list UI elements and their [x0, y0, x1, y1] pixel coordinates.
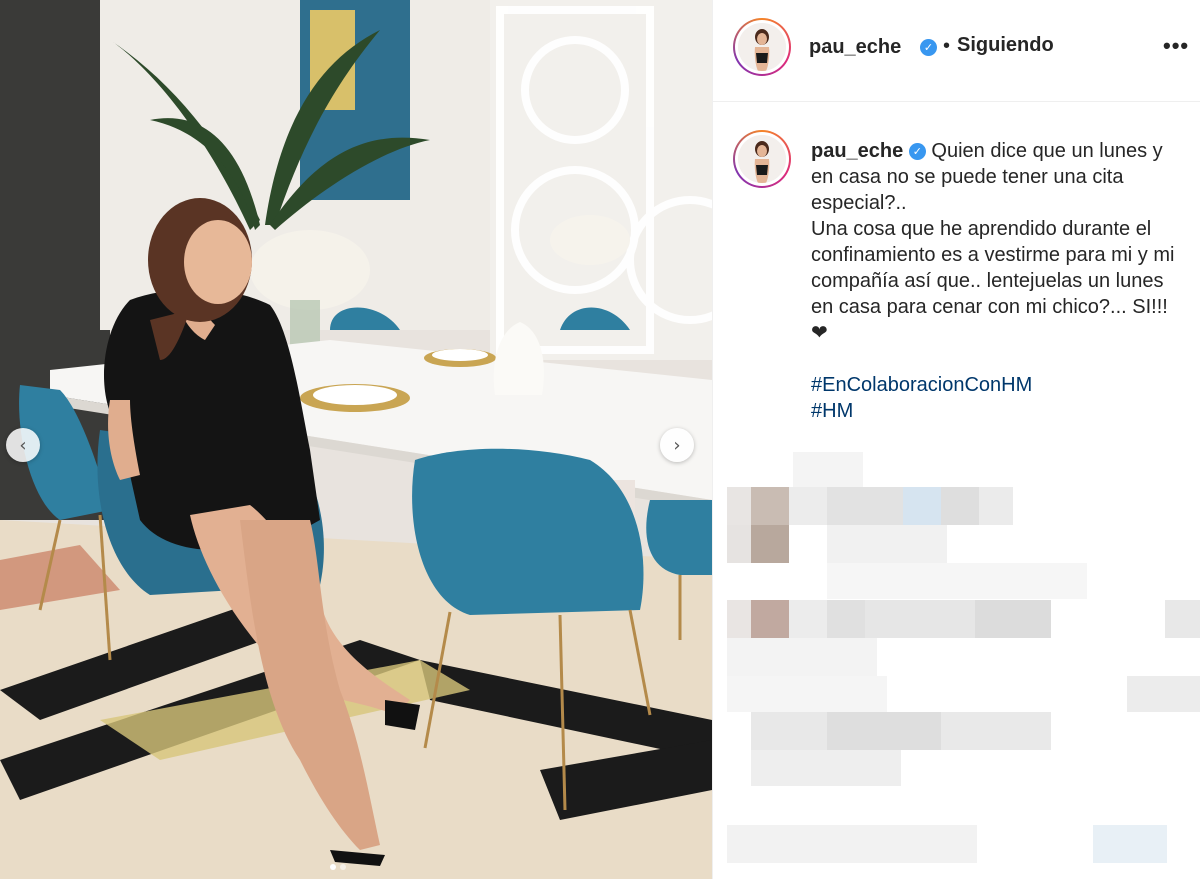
- caption-text: pau_eche ✓ Quien dice que un lunes y en …: [811, 138, 1189, 424]
- carousel-indicator: [330, 864, 346, 870]
- caption-line-second: Una cosa que he aprendido durante el con…: [811, 218, 1175, 344]
- carousel-dot: [340, 864, 346, 870]
- avatar[interactable]: [733, 18, 791, 76]
- chevron-left-icon: ‹: [19, 434, 27, 456]
- chevron-right-icon: ›: [673, 434, 681, 456]
- post-username[interactable]: pau_eche: [809, 36, 901, 59]
- more-options-button[interactable]: •••: [1163, 35, 1189, 57]
- caption-username[interactable]: pau_eche: [811, 140, 903, 162]
- hashtag-list: #EnColaboracionConHM #HM: [811, 372, 1189, 424]
- post-photo[interactable]: ‹ ›: [0, 0, 712, 879]
- carousel-prev-button[interactable]: ‹: [6, 428, 40, 462]
- separator-dot: •: [943, 35, 951, 57]
- verified-badge-icon: ✓: [908, 143, 926, 161]
- photo-scene: [0, 0, 712, 879]
- following-button[interactable]: Siguiendo: [957, 34, 1054, 57]
- carousel-next-button[interactable]: ›: [660, 428, 694, 462]
- verified-badge-icon: ✓: [920, 39, 937, 56]
- hashtag-link[interactable]: #EnColaboracionConHM: [811, 372, 1189, 398]
- post-header: pau_eche ✓ • Siguiendo •••: [713, 0, 1200, 102]
- hashtag-link[interactable]: #HM: [811, 398, 1189, 424]
- avatar-image: [738, 135, 786, 183]
- caption-avatar[interactable]: [733, 130, 791, 188]
- post-side-panel: pau_eche ✓ • Siguiendo ••• pau_eche ✓ Qu…: [712, 0, 1200, 879]
- carousel-dot: [330, 864, 336, 870]
- avatar-image: [738, 23, 786, 71]
